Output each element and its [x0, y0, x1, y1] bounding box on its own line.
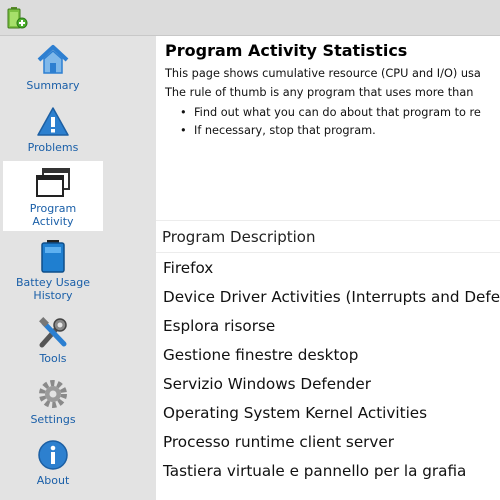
- sidebar-item-about[interactable]: About: [3, 436, 103, 492]
- table-row[interactable]: Device Driver Activities (Interrupts and…: [163, 284, 500, 313]
- sidebar-item-label: History: [33, 289, 73, 302]
- column-header-program-description[interactable]: Program Description: [162, 228, 316, 246]
- gear-icon: [39, 380, 67, 408]
- sidebar-item-label: Settings: [30, 413, 76, 426]
- sidebar-item-label: Tools: [39, 352, 67, 365]
- sidebar: Summary Problems Program Activity Battey…: [0, 36, 156, 500]
- description-line: The rule of thumb is any program that us…: [165, 86, 474, 99]
- warning-icon: [37, 107, 69, 136]
- table-row[interactable]: Gestione finestre desktop: [163, 342, 500, 371]
- tools-icon: [39, 317, 67, 348]
- table-row[interactable]: Processo runtime client server: [163, 429, 500, 458]
- main-content: Program Activity Statistics This page sh…: [156, 36, 500, 500]
- sidebar-item-label: About: [36, 474, 70, 487]
- page-title: Program Activity Statistics: [165, 41, 408, 60]
- sidebar-item-settings[interactable]: Settings: [3, 375, 103, 431]
- sidebar-item-label: Summary: [26, 79, 80, 92]
- table-row[interactable]: Servizio Windows Defender: [163, 371, 500, 400]
- sidebar-item-tools[interactable]: Tools: [3, 315, 103, 371]
- battery-icon: [41, 240, 65, 273]
- sidebar-item-program-activity[interactable]: Program Activity: [3, 161, 103, 231]
- sidebar-item-label: Program: [29, 202, 77, 215]
- sidebar-item-label: Battey Usage: [16, 276, 90, 289]
- sidebar-item-problems[interactable]: Problems: [3, 103, 103, 159]
- program-list: Firefox Device Driver Activities (Interr…: [163, 255, 500, 487]
- sidebar-item-label: Activity: [32, 215, 74, 228]
- table-row[interactable]: Firefox: [163, 255, 500, 284]
- sidebar-item-label: Problems: [27, 141, 79, 154]
- table-row[interactable]: Operating System Kernel Activities: [163, 400, 500, 429]
- table-row[interactable]: Tastiera virtuale e pannello per la graf…: [163, 458, 500, 487]
- table-row[interactable]: Esplora risorse: [163, 313, 500, 342]
- battery-app-icon: [7, 7, 28, 29]
- sidebar-item-summary[interactable]: Summary: [3, 42, 103, 98]
- description-line: This page shows cumulative resource (CPU…: [165, 67, 481, 80]
- advice-list: Find out what you can do about that prog…: [180, 106, 481, 142]
- info-icon: [38, 440, 68, 470]
- sidebar-item-battery-usage-history[interactable]: Battey Usage History: [3, 239, 103, 307]
- advice-item: If necessary, stop that program.: [180, 124, 481, 142]
- windows-icon: [36, 168, 70, 197]
- title-bar: [0, 0, 500, 36]
- table-header[interactable]: Program Description: [156, 220, 500, 253]
- home-icon: [37, 45, 69, 74]
- advice-item: Find out what you can do about that prog…: [180, 106, 481, 124]
